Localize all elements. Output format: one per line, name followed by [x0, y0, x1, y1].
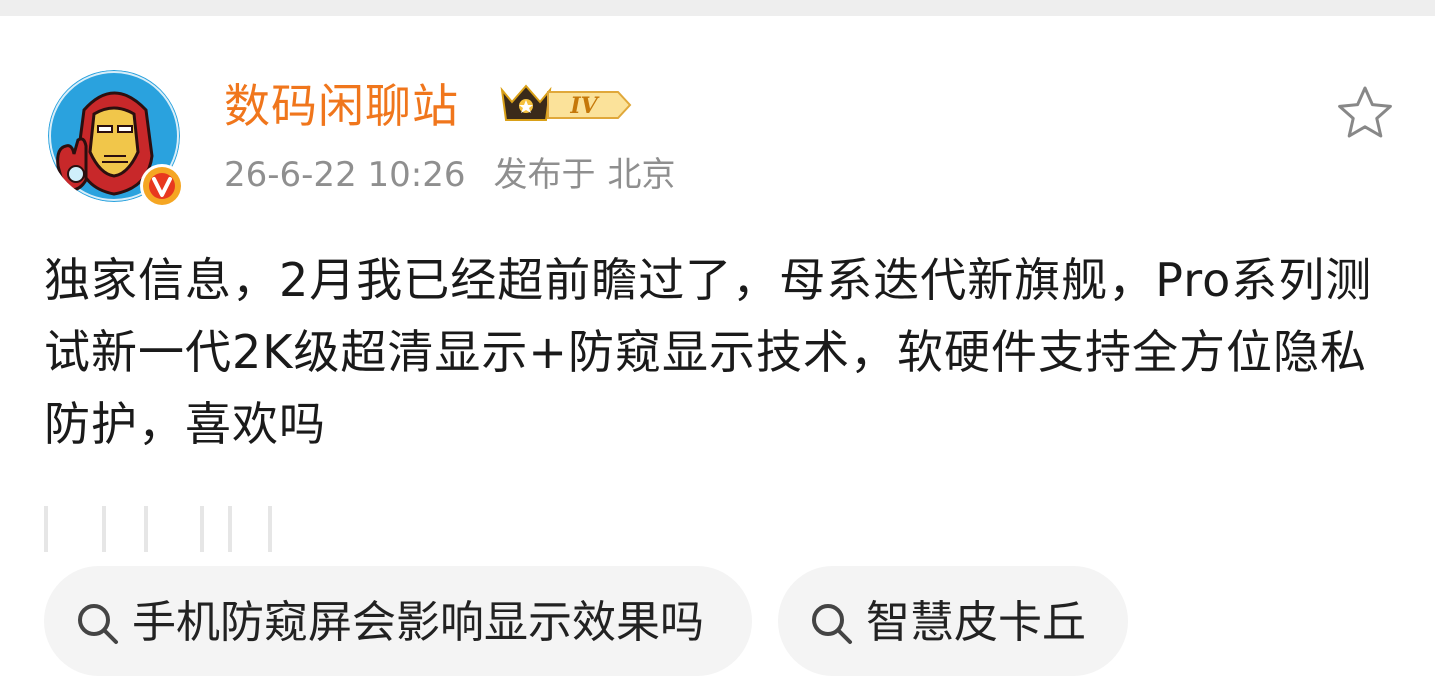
- search-icon: [78, 604, 118, 644]
- search-icon: [812, 604, 852, 644]
- author-name[interactable]: 数码闲聊站: [224, 78, 459, 134]
- verified-badge-icon: [140, 164, 184, 208]
- post-meta: 26-6-22 10:26 发布于 北京: [224, 154, 676, 196]
- author-avatar[interactable]: [48, 70, 184, 208]
- star-outline-icon[interactable]: [1336, 84, 1394, 142]
- topic-chip-label: 智慧皮卡丘: [866, 597, 1086, 648]
- post-location: 北京: [607, 155, 676, 195]
- post-content: 独家信息，2月我已经超前瞻过了，母系迭代新旗舰，Pro系列测试新一代2K级超清显…: [44, 253, 1373, 451]
- topic-chip-smart-pikachu[interactable]: 智慧皮卡丘: [778, 566, 1128, 676]
- media-loading-placeholder: [44, 506, 274, 552]
- member-level-text: IV: [569, 93, 599, 119]
- post-card: 数码闲聊站 IV 26-6-22 10:26 发布于 北京 独家信息，2月我已经超前…: [0, 16, 1435, 676]
- post-timestamp: 26-6-22 10:26: [224, 155, 466, 195]
- topic-chip-anti-peep-screen[interactable]: 手机防窥屏会影响显示效果吗: [44, 566, 752, 676]
- member-level-badge-icon[interactable]: IV: [498, 82, 634, 128]
- top-separator-strip: [0, 0, 1435, 16]
- location-prefix: 发布于: [493, 155, 596, 195]
- topic-chip-label: 手机防窥屏会影响显示效果吗: [132, 597, 704, 648]
